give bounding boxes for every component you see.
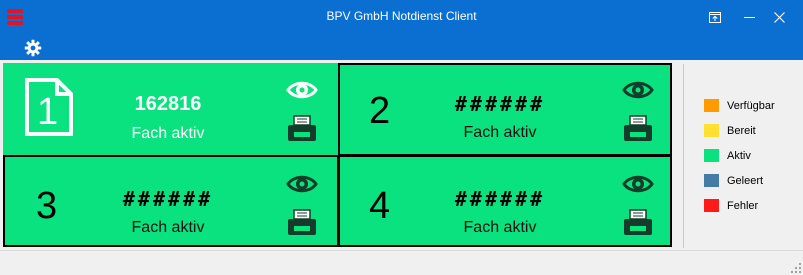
legend-swatch (704, 174, 719, 187)
eye-icon[interactable] (622, 173, 654, 195)
compartment-status: Fach aktiv (131, 125, 205, 142)
legend-swatch (704, 99, 719, 112)
eye-icon[interactable] (286, 79, 318, 101)
compartment-number: 2 (369, 90, 391, 132)
legend-swatch (704, 199, 719, 212)
restore-to-tray-button[interactable] (698, 0, 732, 34)
panel-separator (683, 64, 684, 248)
minimize-button[interactable] (732, 0, 766, 34)
legend-item-aktiv: Aktiv (704, 143, 775, 168)
compartment-panel-4[interactable]: 4 ###### Fach aktiv (338, 155, 672, 247)
legend-item-geleert: Geleert (704, 168, 775, 193)
legend-label: Bereit (727, 124, 756, 137)
compartment-number: 4 (369, 185, 391, 227)
compartment-number: 1 (37, 91, 59, 133)
eye-icon[interactable] (286, 173, 318, 195)
title-bar: BPV GmbH Notdienst Client (0, 0, 803, 34)
legend-label: Verfügbar (727, 99, 775, 112)
close-button[interactable] (762, 0, 796, 34)
gear-icon[interactable] (24, 39, 42, 57)
minimize-icon (743, 16, 755, 18)
legend-label: Fehler (727, 199, 759, 212)
compartment-code: ###### (454, 92, 546, 116)
compartment-code: 162816 (134, 93, 202, 115)
restore-to-tray-icon (709, 11, 721, 23)
legend-swatch (704, 149, 719, 162)
legend-label: Aktiv (727, 149, 751, 162)
compartment-panel-3[interactable]: 3 ###### Fach aktiv (3, 155, 339, 247)
compartment-panel-1[interactable]: 1 162816 Fach aktiv (3, 63, 339, 155)
resize-grip-icon[interactable] (791, 263, 801, 273)
legend-label: Geleert (727, 174, 764, 187)
compartment-code: ###### (454, 187, 546, 211)
legend-item-verfuegbar: Verfügbar (704, 93, 775, 118)
legend-item-fehler: Fehler (704, 193, 775, 218)
legend-item-bereit: Bereit (704, 118, 775, 143)
legend-swatch (704, 124, 719, 137)
compartment-status: Fach aktiv (463, 219, 537, 236)
printer-icon[interactable] (287, 115, 317, 143)
eye-icon[interactable] (622, 79, 654, 101)
status-bar (0, 250, 803, 275)
compartment-number: 3 (36, 185, 58, 227)
toolbar (0, 34, 803, 60)
printer-icon[interactable] (623, 209, 653, 237)
printer-icon[interactable] (623, 115, 653, 143)
compartment-panel-2[interactable]: 2 ###### Fach aktiv (338, 63, 672, 156)
window-title: BPV GmbH Notdienst Client (326, 9, 477, 23)
compartment-code: ###### (122, 187, 214, 211)
compartment-status: Fach aktiv (463, 124, 537, 141)
close-icon (773, 11, 785, 23)
printer-icon[interactable] (287, 209, 317, 237)
status-legend: Verfügbar Bereit Aktiv Geleert Fehler (704, 93, 775, 218)
compartment-status: Fach aktiv (131, 219, 205, 236)
